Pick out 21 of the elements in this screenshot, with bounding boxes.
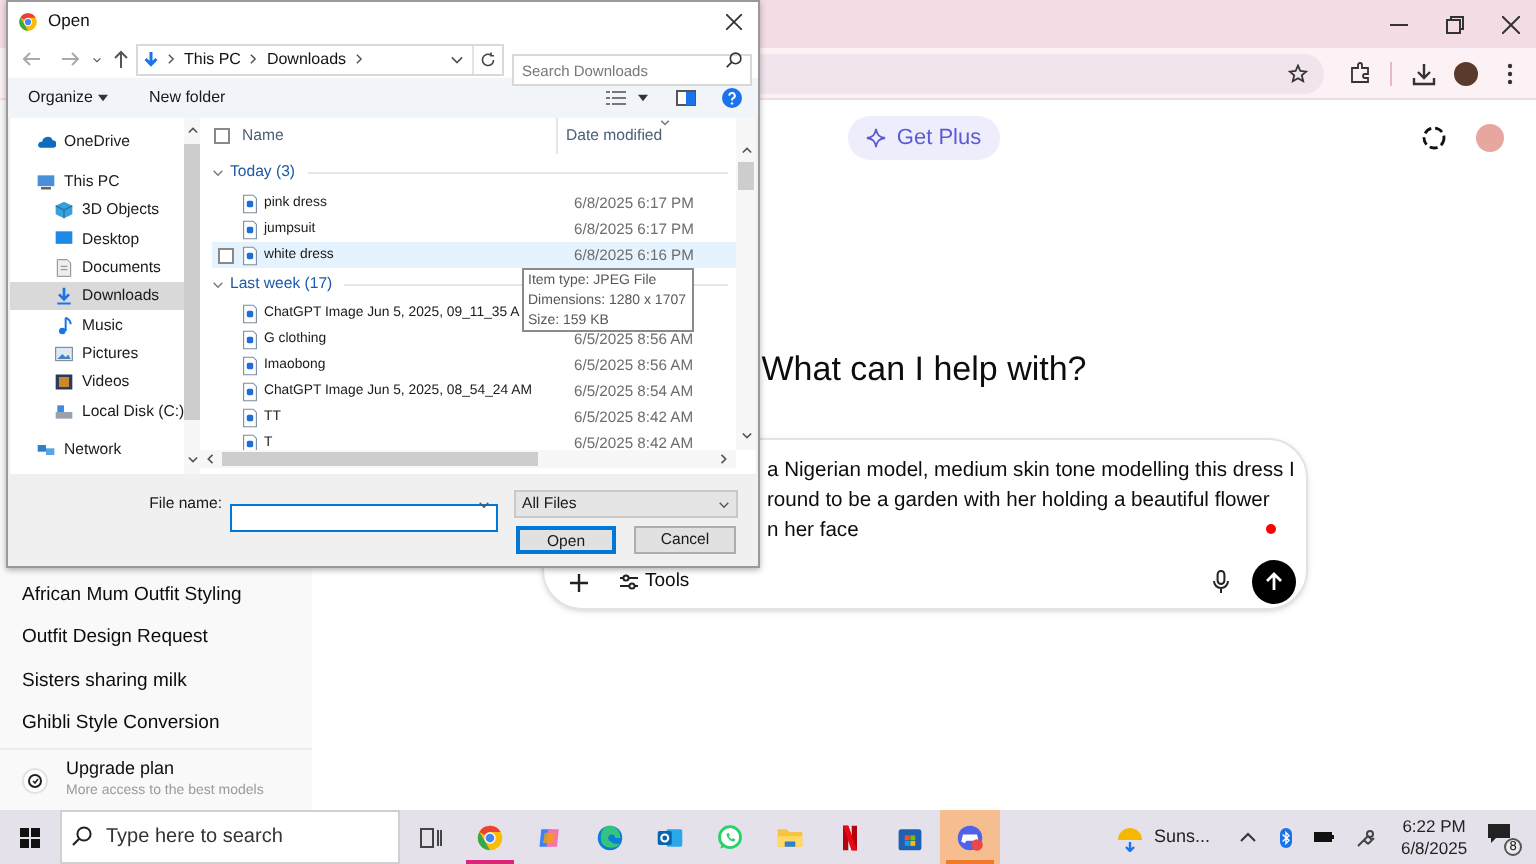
organize-button[interactable]: Organize [28,86,109,110]
breadcrumb-item[interactable]: This PC [184,47,241,71]
upgrade-title: Upgrade plan [66,758,177,780]
chat-history-item[interactable]: Outfit Design Request [0,617,312,660]
chat-history-item[interactable]: Ghibli Style Conversion [0,703,312,746]
address-path-field[interactable]: This PC Downloads [136,43,504,75]
prompt-text: a Nigerian model, medium skin tone modelling this dress I [767,458,1295,486]
weather-text[interactable]: Suns... [1154,823,1211,851]
prompt-text: round to be a garden with her holding a beautiful flower [767,488,1270,516]
get-plus-button[interactable]: Get Plus [848,116,1000,160]
clock-date[interactable]: 6/8/2025 [1400,837,1468,859]
tools-button[interactable]: Tools [619,567,690,597]
new-folder-button[interactable]: New folder [148,86,226,110]
chat-history-item[interactable]: Sisters sharing milk [0,660,312,703]
dialog-title: Open [48,8,90,34]
clock-time[interactable]: 6:22 PM [1402,815,1466,837]
chat-history-item[interactable]: African Mum Outfit Styling [0,574,312,617]
heading: What can I help with? [761,348,1087,392]
taskbar-search-field[interactable]: Type here to search [60,810,400,864]
breadcrumb-item[interactable]: Downloads [266,47,347,71]
prompt-text: n her face [767,518,859,546]
